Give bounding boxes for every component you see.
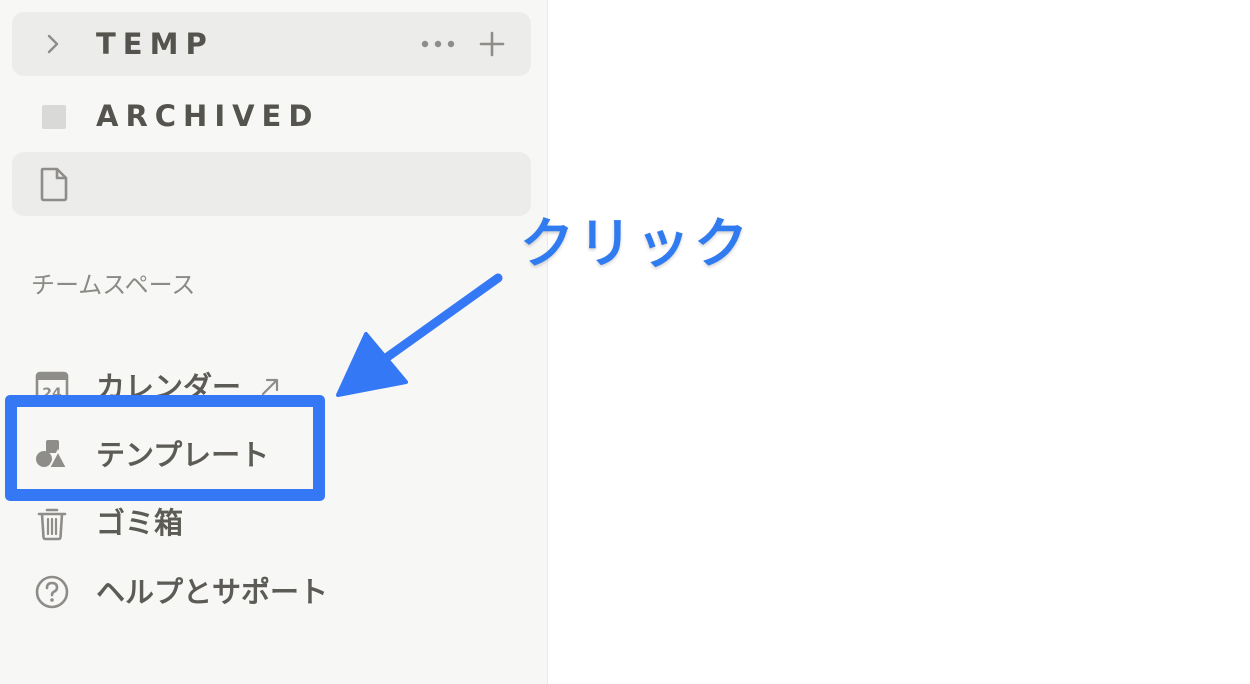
sidebar-item-template[interactable]: テンプレート xyxy=(24,427,524,483)
sidebar-item-label: テンプレート xyxy=(96,438,270,472)
template-shapes-icon xyxy=(36,440,69,469)
plus-icon[interactable] xyxy=(478,30,506,58)
section-label-teamspace: チームスペース xyxy=(31,271,196,299)
chevron-right-icon[interactable] xyxy=(40,32,64,56)
annotation-click-label: クリック xyxy=(520,212,752,275)
page: TEMP ARCHIVED チームスペース 24 カレンダー テンプレート ゴミ… xyxy=(0,0,1250,684)
document-icon xyxy=(40,167,68,202)
square-icon xyxy=(42,105,66,129)
sidebar-item-label: ヘルプとサポート xyxy=(96,575,329,609)
sidebar: TEMP ARCHIVED チームスペース 24 カレンダー テンプレート ゴミ… xyxy=(0,0,548,684)
sidebar-item-archived[interactable]: ARCHIVED xyxy=(12,84,531,148)
more-horizontal-icon[interactable] xyxy=(420,32,456,56)
sidebar-item-temp[interactable]: TEMP xyxy=(12,12,531,76)
trash-icon xyxy=(37,508,67,541)
calendar-icon: 24 xyxy=(35,371,69,404)
sidebar-item-label: ARCHIVED xyxy=(96,99,320,133)
sidebar-item-label: カレンダー xyxy=(96,370,242,404)
calendar-icon-day: 24 xyxy=(42,386,62,402)
external-link-arrow-icon xyxy=(261,378,279,396)
sidebar-item-label: ゴミ箱 xyxy=(96,506,184,540)
sidebar-item-label: TEMP xyxy=(96,27,214,61)
sidebar-item-calendar[interactable]: 24 カレンダー xyxy=(24,359,524,415)
sidebar-item-trash[interactable]: ゴミ箱 xyxy=(24,495,524,551)
sidebar-item-untitled-page[interactable] xyxy=(12,152,531,216)
help-circle-icon xyxy=(35,575,69,609)
sidebar-item-help[interactable]: ヘルプとサポート xyxy=(24,564,524,620)
